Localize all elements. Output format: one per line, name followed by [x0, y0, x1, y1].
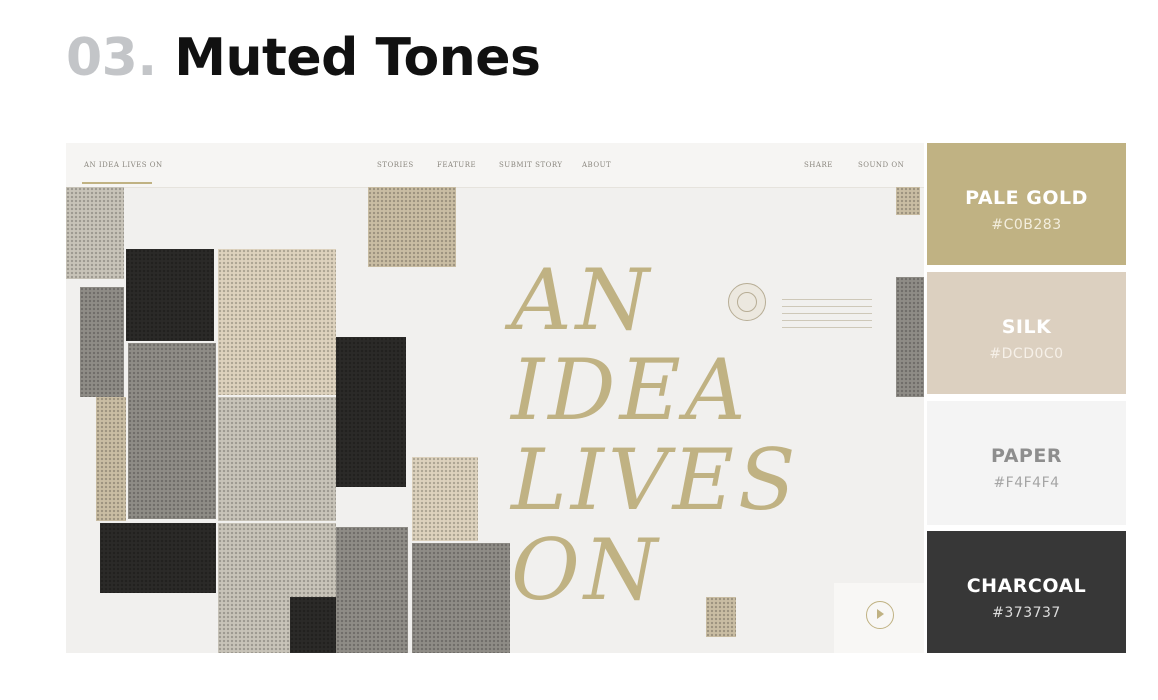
website-mockup-image: AN IDEA LIVES ON STORIES FEATURE SUBMIT …: [66, 143, 924, 653]
mockup-brand-underline: [82, 182, 152, 184]
mockup-nav-about: ABOUT: [582, 161, 612, 169]
collage-tile: [896, 277, 924, 397]
swatch-silk: SILK #DCD0C0: [927, 272, 1126, 394]
collage-tile: [336, 527, 408, 653]
collage-tile: [290, 597, 336, 653]
signature-text: [782, 293, 872, 329]
play-panel: [834, 583, 924, 653]
swatch-charcoal: CHARCOAL #373737: [927, 531, 1126, 653]
swatch-hex: #F4F4F4: [993, 475, 1060, 491]
hero-word: ON: [511, 521, 662, 619]
collage-tile: [80, 287, 124, 397]
swatch-paper: PAPER #F4F4F4: [927, 401, 1126, 525]
mockup-nav-bar: AN IDEA LIVES ON STORIES FEATURE SUBMIT …: [66, 143, 924, 188]
presidential-seal-icon: [728, 283, 766, 321]
collage-tile: [126, 249, 214, 341]
collage-tile: [128, 343, 216, 519]
section-number: 03.: [66, 28, 157, 88]
mockup-nav-stories: STORIES: [377, 161, 414, 169]
play-circle-icon: [866, 601, 894, 629]
collage-tile: [336, 337, 406, 487]
collage-tile: [412, 457, 478, 541]
collage-tile: [218, 397, 336, 521]
collage-tile: [96, 397, 126, 521]
swatch-hex: #373737: [992, 605, 1061, 621]
mockup-nav-share: SHARE: [804, 161, 833, 169]
mockup-nav-feature: FEATURE: [437, 161, 477, 169]
mockup-nav-submit-story: SUBMIT STORY: [499, 161, 563, 169]
hero-word: LIVES: [511, 431, 800, 529]
swatch-pale-gold: PALE GOLD #C0B283: [927, 143, 1126, 265]
collage-tile: [412, 543, 510, 653]
hero-word: IDEA: [511, 341, 750, 439]
section-heading: 03. Muted Tones: [66, 26, 541, 90]
collage-tile: [218, 249, 336, 395]
swatch-name: PAPER: [991, 445, 1062, 467]
swatch-hex: #C0B283: [991, 217, 1062, 233]
mockup-brand: AN IDEA LIVES ON: [84, 161, 163, 169]
swatch-hex: #DCD0C0: [989, 346, 1064, 362]
collage-tile: [896, 187, 920, 215]
collage-tile: [66, 187, 124, 279]
swatch-name: CHARCOAL: [966, 575, 1087, 597]
mockup-nav-sound: SOUND ON: [858, 161, 905, 169]
swatch-name: PALE GOLD: [965, 187, 1088, 209]
swatch-name: SILK: [1001, 316, 1052, 338]
collage-tile: [100, 523, 216, 593]
collage-tile: [368, 187, 456, 267]
section-title: Muted Tones: [174, 28, 541, 88]
